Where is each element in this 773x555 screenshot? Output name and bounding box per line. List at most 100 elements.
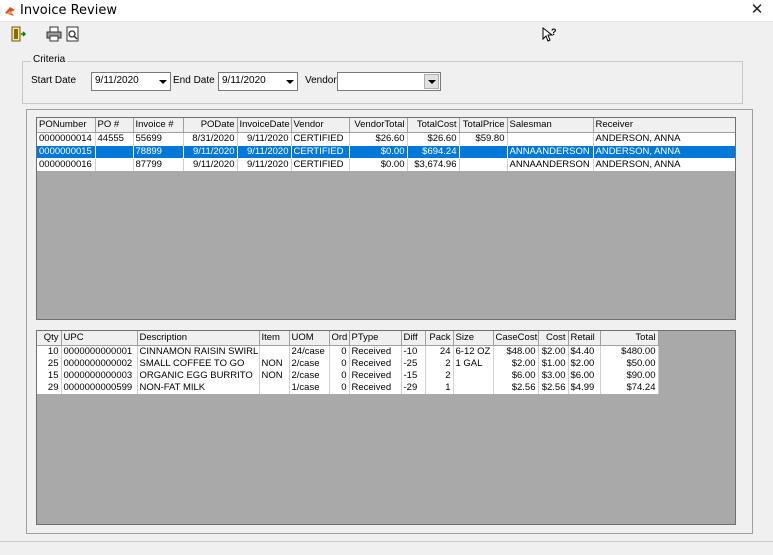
invoice-cell: 44555 bbox=[95, 132, 134, 145]
invoice-column-header[interactable]: PODate bbox=[183, 118, 238, 133]
invoice-cell: 78899 bbox=[133, 144, 184, 159]
item-cell bbox=[453, 381, 494, 394]
line-items-grid[interactable]: Qty UPC Description Item UOM Ord PType Diff Pack… bbox=[36, 330, 736, 525]
close-icon[interactable]: ✕ bbox=[741, 0, 773, 22]
item-cell: ORGANIC EGG BURRITO bbox=[137, 369, 260, 382]
item-cell: 15 bbox=[37, 369, 62, 382]
invoice-column-header[interactable]: VendorTotal bbox=[349, 118, 408, 133]
item-column-header[interactable]: Item bbox=[259, 331, 290, 346]
print-icon[interactable] bbox=[44, 24, 64, 44]
item-cell: 0000000000001 bbox=[61, 345, 138, 358]
item-cell: CINNAMON RAISIN SWIRL bbox=[137, 345, 260, 358]
chevron-down-icon bbox=[427, 79, 436, 84]
start-date-label: Start Date bbox=[31, 75, 77, 86]
item-column-header[interactable]: Pack bbox=[425, 331, 454, 346]
start-date-dropdown-button[interactable] bbox=[155, 72, 171, 91]
item-column-header[interactable]: Qty bbox=[37, 331, 62, 346]
item-column-header[interactable]: UOM bbox=[289, 331, 330, 346]
help-icon[interactable]: ? bbox=[539, 24, 559, 44]
invoice-column-header[interactable]: Receiver bbox=[593, 118, 735, 133]
invoice-cell bbox=[95, 144, 134, 159]
invoice-cell: $26.60 bbox=[407, 132, 460, 145]
invoice-column-header[interactable]: Vendor bbox=[291, 118, 350, 133]
item-cell: 0 bbox=[329, 357, 350, 370]
item-column-header[interactable]: Size bbox=[453, 331, 494, 346]
invoice-cell: 9/11/2020 bbox=[237, 144, 292, 159]
item-column-header[interactable]: Ord bbox=[329, 331, 350, 346]
vendor-dropdown-button[interactable] bbox=[424, 74, 439, 89]
item-cell: Received bbox=[349, 369, 402, 382]
invoice-row[interactable]: 0000000014 44555 55699 8/31/2020 9/11/2020 CE… bbox=[37, 132, 735, 145]
item-cell: Received bbox=[349, 345, 402, 358]
end-date-field[interactable]: 9/11/2020 bbox=[218, 72, 282, 91]
invoice-row[interactable]: 0000000015 78899 9/11/2020 9/11/2020 CERTIFI… bbox=[37, 144, 735, 159]
invoice-column-header[interactable]: Salesman bbox=[507, 118, 594, 133]
invoice-cell: 55699 bbox=[133, 132, 184, 145]
invoice-column-header[interactable]: PONumber bbox=[37, 118, 96, 133]
invoice-cell: 0000000015 bbox=[37, 144, 96, 159]
item-cell: $2.00 bbox=[568, 357, 601, 370]
item-cell: $480.00 bbox=[600, 345, 659, 358]
invoice-column-header[interactable]: TotalPrice bbox=[459, 118, 508, 133]
invoice-column-header[interactable]: PO # bbox=[95, 118, 134, 133]
item-cell: 1 GAL bbox=[453, 357, 494, 370]
item-cell: Received bbox=[349, 381, 402, 394]
item-column-header[interactable]: PType bbox=[349, 331, 402, 346]
item-column-header[interactable]: UPC bbox=[61, 331, 138, 346]
item-cell: $4.99 bbox=[568, 381, 601, 394]
item-cell: 0 bbox=[329, 381, 350, 394]
item-column-header[interactable]: Total bbox=[600, 331, 659, 346]
item-column-header[interactable]: Cost bbox=[538, 331, 569, 346]
invoice-cell: 0000000016 bbox=[37, 158, 96, 171]
item-cell: 1/case bbox=[289, 381, 330, 394]
invoice-cell: ANDERSON, ANNA bbox=[593, 132, 735, 145]
print-preview-icon[interactable] bbox=[63, 24, 83, 44]
invoice-cell: $26.60 bbox=[349, 132, 408, 145]
vendor-label: Vendor bbox=[305, 75, 337, 86]
item-cell: $4.40 bbox=[568, 345, 601, 358]
invoice-column-header[interactable]: InvoiceDate bbox=[237, 118, 292, 133]
item-row[interactable]: 25 0000000000002 SMALL COFFEE TO GO NON 2/ca… bbox=[37, 357, 659, 370]
item-cell: $90.00 bbox=[600, 369, 659, 382]
item-cell: 1 bbox=[425, 381, 454, 394]
item-column-header[interactable]: Retail bbox=[568, 331, 601, 346]
invoice-cell: 9/11/2020 bbox=[237, 158, 292, 171]
item-cell: 24 bbox=[425, 345, 454, 358]
item-row[interactable]: 29 0000000000599 NON-FAT MILK 1/case 0 Receiv… bbox=[37, 381, 659, 394]
item-row[interactable]: 15 0000000000003 ORGANIC EGG BURRITO NON 2/c… bbox=[37, 369, 659, 382]
item-cell: 25 bbox=[37, 357, 62, 370]
item-cell: -10 bbox=[401, 345, 426, 358]
item-cell: 0000000000599 bbox=[61, 381, 138, 394]
item-cell: 0 bbox=[329, 345, 350, 358]
item-cell: 2/case bbox=[289, 369, 330, 382]
invoice-cell bbox=[459, 158, 508, 171]
exit-icon[interactable] bbox=[8, 24, 28, 44]
invoice-grid[interactable]: PONumber PO # Invoice # PODate InvoiceDate Ve… bbox=[36, 117, 736, 320]
invoice-cell bbox=[95, 158, 134, 171]
item-row[interactable]: 10 0000000000001 CINNAMON RAISIN SWIRL 24/c… bbox=[37, 345, 659, 358]
item-column-header[interactable]: Diff bbox=[401, 331, 426, 346]
start-date-field[interactable]: 9/11/2020 bbox=[91, 72, 155, 91]
item-cell: 6-12 OZ bbox=[453, 345, 494, 358]
invoice-cell: 8/31/2020 bbox=[183, 132, 238, 145]
invoice-column-header[interactable]: TotalCost bbox=[407, 118, 460, 133]
invoice-row[interactable]: 0000000016 87799 9/11/2020 9/11/2020 CERTIFI… bbox=[37, 158, 735, 171]
invoice-cell: $694.24 bbox=[407, 144, 460, 159]
item-cell: $50.00 bbox=[600, 357, 659, 370]
invoice-cell: CERTIFIED bbox=[291, 158, 350, 171]
invoice-cell: 9/11/2020 bbox=[183, 158, 238, 171]
item-cell: 2 bbox=[425, 369, 454, 382]
item-cell: SMALL COFFEE TO GO bbox=[137, 357, 260, 370]
item-cell: -29 bbox=[401, 381, 426, 394]
window-title: Invoice Review bbox=[20, 3, 117, 18]
item-cell: Received bbox=[349, 357, 402, 370]
criteria-legend: Criteria bbox=[31, 54, 68, 65]
item-column-header[interactable]: CaseCost bbox=[493, 331, 539, 346]
invoice-cell bbox=[459, 144, 508, 159]
end-date-dropdown-button[interactable] bbox=[282, 72, 298, 91]
title-bar: Invoice Review ✕ bbox=[0, 0, 773, 22]
vendor-select[interactable] bbox=[337, 72, 441, 91]
invoice-column-header[interactable]: Invoice # bbox=[133, 118, 184, 133]
item-cell bbox=[453, 369, 494, 382]
item-column-header[interactable]: Description bbox=[137, 331, 260, 346]
